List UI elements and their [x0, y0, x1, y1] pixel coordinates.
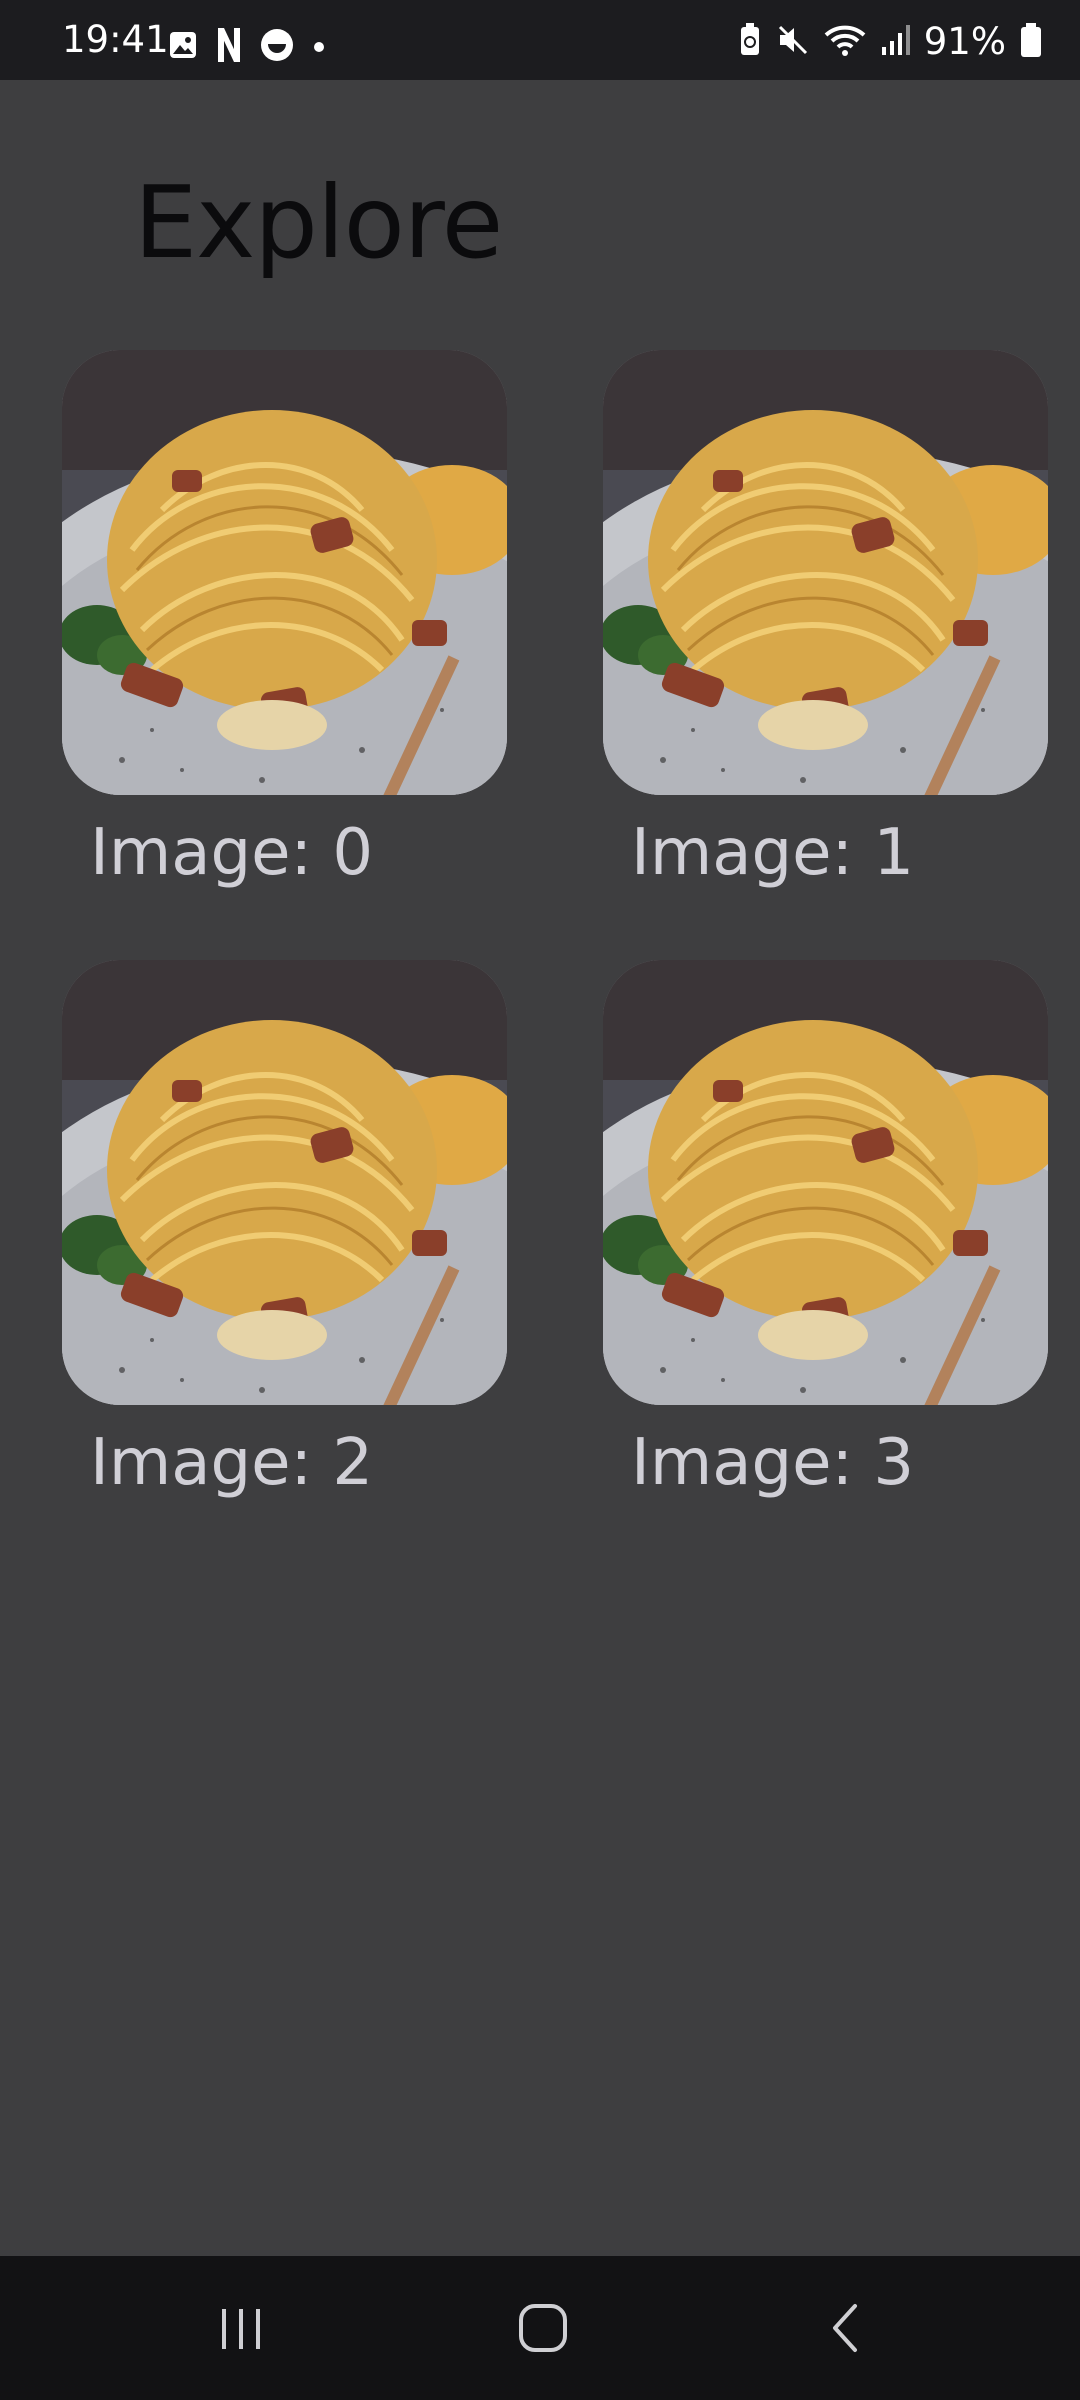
battery-icon — [1020, 23, 1042, 61]
signal-icon — [880, 23, 910, 61]
grid-item[interactable]: Image: 0 — [62, 350, 507, 893]
home-icon — [519, 2304, 567, 2352]
status-time: 19:41 — [62, 18, 169, 61]
wifi-icon — [824, 23, 866, 61]
grid-image[interactable] — [603, 350, 1048, 795]
mute-icon — [776, 23, 810, 61]
netflix-icon — [218, 28, 240, 66]
home-button[interactable] — [498, 2292, 588, 2364]
battery-percent: 91% — [923, 20, 1006, 63]
smiley-icon — [260, 28, 294, 66]
grid-image[interactable] — [62, 350, 507, 795]
grid-item-label: Image: 0 — [90, 816, 374, 890]
back-icon — [833, 2304, 857, 2352]
grid-image[interactable] — [603, 960, 1048, 1405]
dot-icon — [314, 42, 324, 52]
grid-item[interactable]: Image: 3 — [603, 960, 1048, 1503]
grid-item-label: Image: 3 — [631, 1426, 915, 1500]
back-button[interactable] — [800, 2292, 890, 2364]
status-bar: 19:41 91% — [0, 0, 1080, 80]
navigation-bar — [0, 2256, 1080, 2400]
grid-item-label: Image: 2 — [90, 1426, 374, 1500]
recent-apps-icon — [222, 2309, 260, 2349]
grid-image[interactable] — [62, 960, 507, 1405]
gallery-icon — [168, 30, 198, 64]
grid-item[interactable]: Image: 2 — [62, 960, 507, 1503]
grid-item[interactable]: Image: 1 — [603, 350, 1048, 893]
system-icons: 91% — [738, 22, 1042, 62]
notification-icons — [168, 28, 324, 66]
recent-apps-button[interactable] — [196, 2292, 286, 2364]
grid-item-label: Image: 1 — [631, 816, 915, 890]
battery-saver-icon — [738, 23, 762, 61]
page-title: Explore — [134, 164, 503, 281]
